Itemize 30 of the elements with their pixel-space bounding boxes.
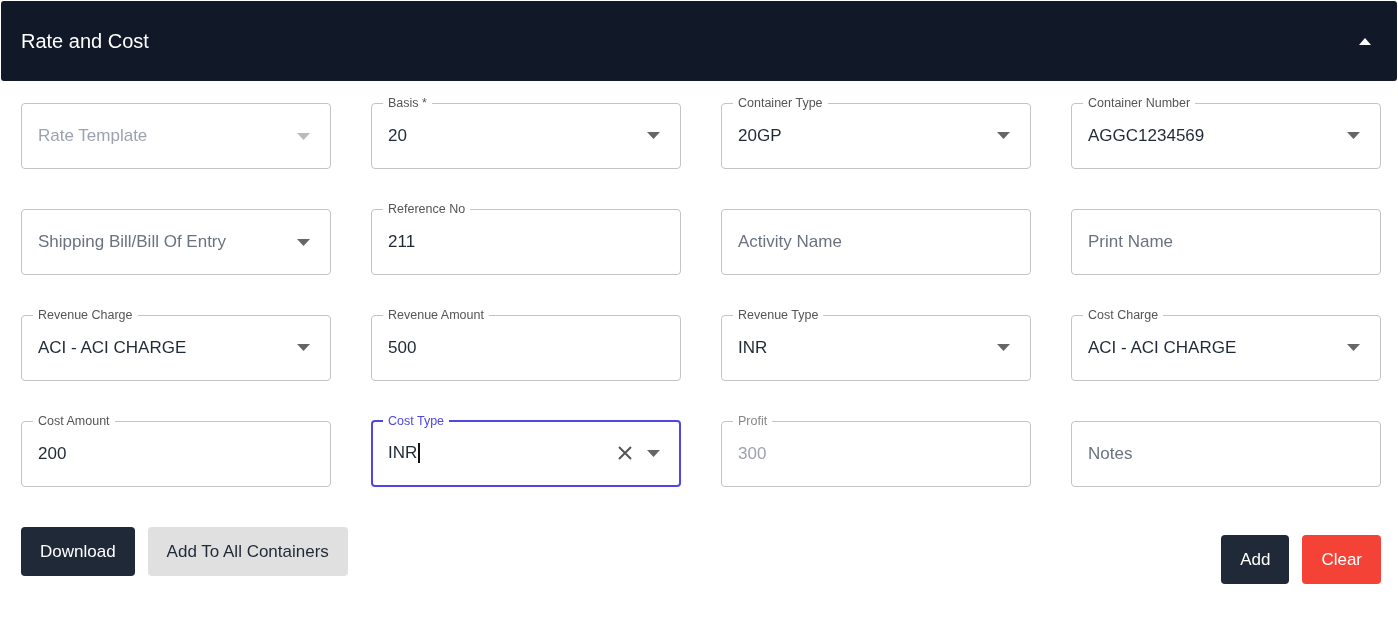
caret-down-icon[interactable] (647, 132, 660, 139)
caret-down-icon[interactable] (1347, 132, 1360, 139)
caret-down-icon[interactable] (297, 238, 310, 246)
caret-down-icon[interactable] (647, 449, 660, 457)
dropdown-field[interactable]: Cost Type INR (371, 413, 681, 487)
text-field[interactable]: Notes (1071, 421, 1381, 487)
action-button[interactable]: Download (21, 527, 135, 576)
dropdown-field[interactable]: Container Number AGGC1234569 (1071, 95, 1381, 169)
clear-icon[interactable] (617, 445, 633, 461)
action-button[interactable]: Add (1221, 535, 1290, 584)
dropdown-field[interactable]: Container Type 20GP (721, 95, 1031, 169)
caret-down-icon[interactable] (297, 344, 310, 351)
text-field[interactable]: Activity Name (721, 209, 1031, 275)
action-button[interactable]: Clear (1302, 535, 1381, 584)
caret-down-icon[interactable] (997, 132, 1010, 139)
caret-up-icon[interactable] (1359, 37, 1371, 45)
action-button[interactable]: Add To All Containers (147, 527, 348, 576)
caret-down-icon[interactable] (1347, 344, 1360, 351)
text-field[interactable]: Cost Amount 200 (21, 413, 331, 487)
dropdown-field[interactable]: Revenue Charge ACI - ACI CHARGE (21, 307, 331, 381)
dropdown-field[interactable]: Revenue Type INR (721, 307, 1031, 381)
text-field[interactable]: Revenue Amount 500 (371, 307, 681, 381)
dropdown-field[interactable]: Shipping Bill/Bill Of Entry (21, 209, 331, 275)
text-field[interactable]: Print Name (1071, 209, 1381, 275)
caret-down-icon[interactable] (997, 344, 1010, 351)
panel-title: Rate and Cost (21, 29, 149, 53)
panel-header[interactable]: Rate and Cost (1, 1, 1397, 81)
dropdown-field[interactable]: Cost Charge ACI - ACI CHARGE (1071, 307, 1381, 381)
text-field[interactable]: Reference No 211 (371, 201, 681, 275)
dropdown-field[interactable]: Basis * 20 (371, 95, 681, 169)
